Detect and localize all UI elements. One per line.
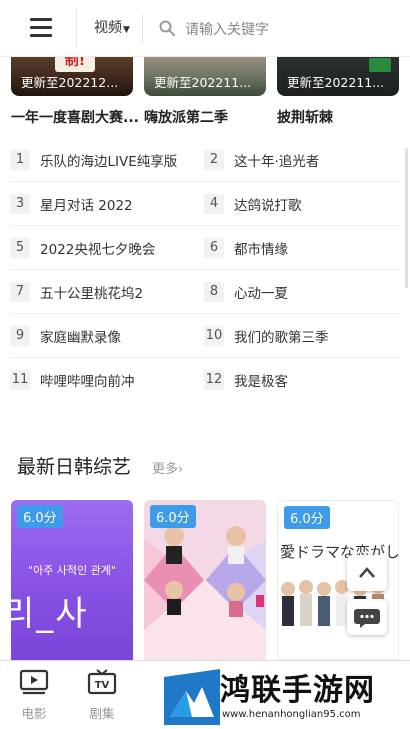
update-text: 更新至202211... (154, 75, 252, 90)
dropdown-arrow-icon: ▼ (123, 25, 130, 35)
up-arrow-icon (359, 567, 375, 578)
ranking-item[interactable]: 9 家庭幽默录像 (10, 325, 121, 347)
menu-button[interactable] (30, 17, 56, 39)
show-title[interactable]: 嗨放派第二季 (144, 107, 228, 127)
tab-label: 电影 (21, 706, 47, 721)
rank-number: 4 (204, 193, 224, 214)
back-to-top-button[interactable] (347, 555, 387, 591)
ranking-row: 7 五十公里桃花坞2 8 心动一夏 (10, 270, 400, 314)
search-icon (159, 20, 175, 36)
ranking-item[interactable]: 3 星月对话 2022 (10, 193, 133, 215)
chat-icon (354, 609, 380, 628)
score-badge: 6.0分 (284, 506, 330, 529)
watermark-title: 鸿联手游网 (220, 673, 375, 708)
rank-name: 我们的歌第三季 (234, 329, 329, 346)
ranking-item[interactable]: 5 2022央视七夕晚会 (10, 237, 155, 259)
rank-name: 星月对话 2022 (40, 197, 133, 214)
rank-number: 5 (10, 237, 30, 258)
rank-number: 7 (10, 281, 30, 302)
ranking-row: 3 星月对话 2022 4 达鸽说打歌 (10, 182, 400, 226)
header-divider (76, 8, 77, 48)
ranking-item[interactable]: 8 心动一夏 (204, 281, 288, 303)
ranking-row: 1 乐队的海边LIVE纯享版 2 这十年·追光者 (10, 138, 400, 182)
rank-name: 2022央视七夕晚会 (40, 241, 156, 258)
rank-name: 哔哩哔哩向前冲 (40, 373, 135, 390)
rank-name: 乐队的海边LIVE纯享版 (40, 153, 178, 170)
score-badge: 6.0分 (150, 505, 196, 528)
more-link[interactable]: 更多› (152, 458, 183, 477)
scrollbar[interactable] (405, 148, 408, 288)
score-badge: 6.0分 (17, 505, 63, 528)
rank-number: 2 (204, 149, 224, 170)
watermark-logo (164, 669, 220, 725)
ranking-item[interactable]: 10 我们的歌第三季 (204, 325, 329, 347)
rank-name: 这十年·追光者 (234, 153, 320, 170)
tab-label: 剧集 (89, 706, 115, 721)
rank-number: 8 (204, 281, 224, 302)
rank-number: 10 (204, 325, 224, 346)
movie-icon (19, 669, 49, 695)
site-watermark: 鸿联手游网 www.henanhonglian95.com (160, 665, 410, 728)
watermark-url: www.henanhonglian95.com (222, 709, 361, 720)
ranking-row: 11 哔哩哔哩向前冲 12 我是极客 (10, 358, 400, 401)
show-card[interactable]: 更新至202211... (144, 56, 266, 96)
show-title[interactable]: 披荆斩棘 (277, 107, 333, 127)
ranking-item[interactable]: 11 哔哩哔哩向前冲 (10, 369, 135, 391)
ranking-list: 1 乐队的海边LIVE纯享版 2 这十年·追光者 3 星月对话 2022 4 达鸽说打歌… (10, 138, 400, 401)
rank-number: 1 (10, 149, 30, 170)
update-text: 更新至202211... (287, 75, 385, 90)
tab-series[interactable]: TV 剧集 (77, 669, 127, 722)
category-dropdown[interactable]: 视频▼ (94, 17, 130, 37)
section-title: 最新日韩综艺 (17, 456, 132, 478)
ranking-item[interactable]: 12 我是极客 (204, 369, 288, 391)
search-bar[interactable] (142, 14, 403, 44)
top-header: 视频▼ (0, 0, 410, 57)
poster-caption: "아주 사적인 관계" (28, 564, 116, 577)
poster-graphic: 制! (55, 56, 95, 72)
rank-name: 我是极客 (234, 373, 288, 390)
rank-name: 达鸽说打歌 (234, 197, 302, 214)
rank-number: 11 (10, 369, 30, 390)
ranking-item[interactable]: 2 这十年·追光者 (204, 149, 319, 171)
comment-button[interactable] (347, 599, 387, 635)
ranking-row: 5 2022央视七夕晚会 6 都市情缘 (10, 226, 400, 270)
top-cards-row: 制! 更新至202212... 更新至202211... 更新至202211..… (0, 56, 410, 96)
tv-icon: TV (87, 669, 117, 695)
search-input[interactable] (183, 18, 387, 42)
show-title[interactable]: 一年一度喜剧大赛... (11, 107, 139, 127)
ranking-item[interactable]: 7 五十公里桃花坞2 (10, 281, 143, 303)
rank-number: 3 (10, 193, 30, 214)
rank-number: 9 (10, 325, 30, 346)
rank-name: 心动一夏 (234, 285, 288, 302)
rank-number: 12 (204, 369, 224, 390)
rank-name: 都市情缘 (234, 241, 288, 258)
tab-movie[interactable]: 电影 (9, 669, 59, 722)
show-card[interactable]: 更新至202211... (277, 56, 399, 96)
svg-text:TV: TV (95, 680, 110, 691)
show-card[interactable]: 6.0分 "아주 사적인 관계" 리_사 (11, 500, 133, 660)
ranking-item[interactable]: 4 达鸽说打歌 (204, 193, 302, 215)
ranking-item[interactable]: 1 乐队的海边LIVE纯享版 (10, 149, 177, 171)
rank-number: 6 (204, 237, 224, 258)
show-card[interactable]: 6.0分 (144, 500, 266, 660)
category-label: 视频 (94, 20, 122, 36)
poster-title: 리_사 (11, 594, 89, 634)
poster-badge (369, 58, 391, 72)
rank-name: 五十公里桃花坞2 (40, 285, 144, 302)
show-card[interactable]: 制! 更新至202212... (11, 56, 133, 96)
floating-actions (347, 555, 389, 635)
ranking-item[interactable]: 6 都市情缘 (204, 237, 288, 259)
rank-name: 家庭幽默录像 (40, 329, 121, 346)
update-text: 更新至202212... (21, 75, 119, 90)
ranking-row: 9 家庭幽默录像 10 我们的歌第三季 (10, 314, 400, 358)
